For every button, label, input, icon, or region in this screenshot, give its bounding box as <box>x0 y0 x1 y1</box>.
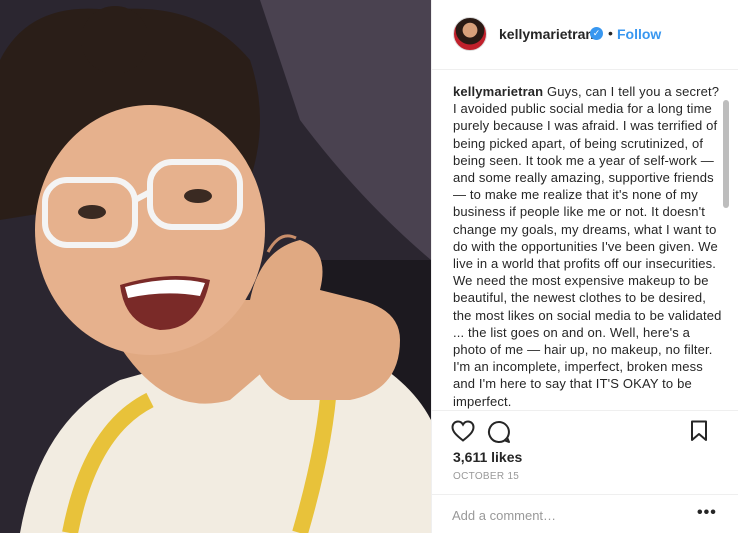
caption-text: Guys, can I tell you a secret? I avoided… <box>453 84 722 409</box>
add-comment-bar: ••• <box>432 494 738 533</box>
more-options-button[interactable]: ••• <box>697 504 717 522</box>
follow-button[interactable]: Follow <box>617 26 661 42</box>
bookmark-icon[interactable] <box>690 420 708 447</box>
post-photo <box>0 0 431 533</box>
post-actions: 3,611 likes OCTOBER 15 <box>432 410 738 500</box>
selfie-image <box>0 0 431 533</box>
header-username[interactable]: kellymarietran <box>499 26 594 42</box>
heart-icon[interactable] <box>451 420 475 447</box>
avatar[interactable] <box>453 17 487 51</box>
likes-count[interactable]: 3,611 likes <box>453 449 522 465</box>
comments-scrollbar[interactable] <box>723 100 729 208</box>
comment-input[interactable] <box>450 503 684 527</box>
verified-badge-icon: ✓ <box>590 27 603 40</box>
separator-dot: • <box>608 25 613 41</box>
post-side-panel: kellymarietran ✓ • Follow kellymarietran… <box>431 0 738 533</box>
caption: kellymarietran Guys, can I tell you a se… <box>453 83 725 410</box>
caption-username[interactable]: kellymarietran <box>453 84 543 99</box>
post-header: kellymarietran ✓ • Follow <box>432 0 738 70</box>
comments-area[interactable]: kellymarietran Guys, can I tell you a se… <box>432 70 738 410</box>
post-date: OCTOBER 15 <box>453 471 520 482</box>
speech-bubble-icon[interactable] <box>487 420 511 449</box>
